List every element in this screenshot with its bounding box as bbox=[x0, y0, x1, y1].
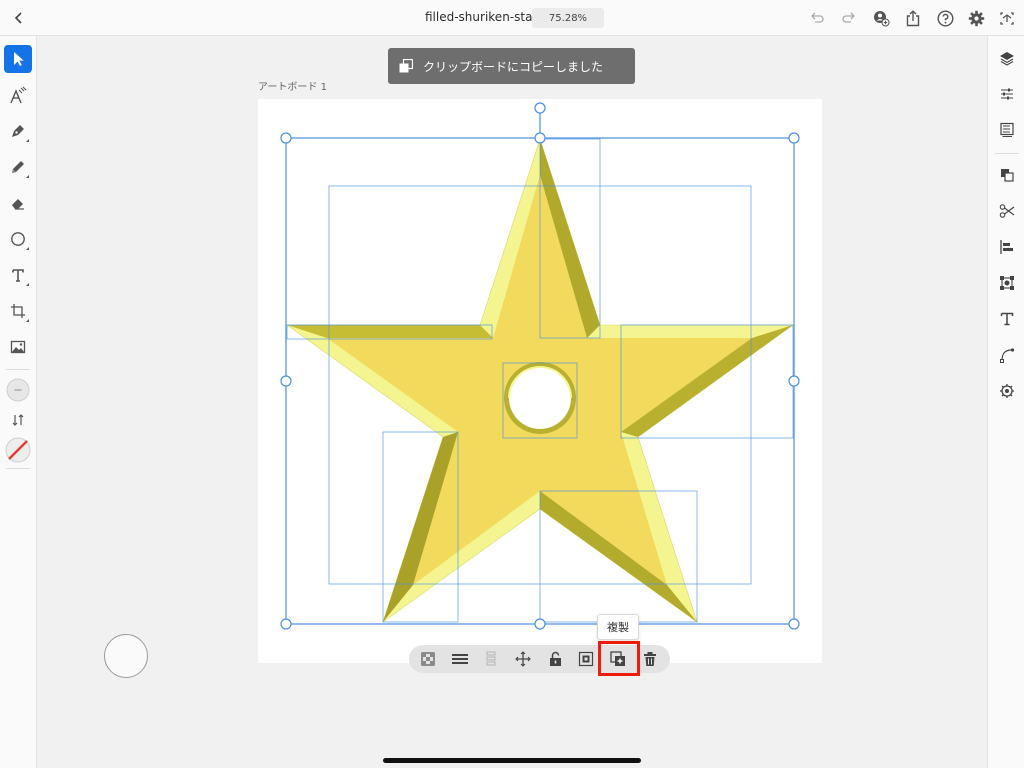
resize-handle-bottom-left[interactable] bbox=[280, 618, 292, 630]
pattern-button[interactable] bbox=[480, 649, 502, 669]
home-indicator[interactable] bbox=[383, 758, 641, 763]
group-icon bbox=[578, 651, 594, 667]
move-icon bbox=[515, 651, 531, 667]
resize-handle-top-right[interactable] bbox=[788, 132, 800, 144]
resize-handle-bottom-right[interactable] bbox=[788, 618, 800, 630]
rotate-handle[interactable] bbox=[534, 102, 546, 114]
stroke-button[interactable] bbox=[449, 649, 471, 669]
stack-icon bbox=[486, 651, 496, 666]
copy-icon bbox=[399, 59, 413, 73]
resize-handle-right[interactable] bbox=[788, 375, 800, 387]
toast-message: クリップボードにコピーしました bbox=[423, 59, 604, 74]
lines-icon bbox=[452, 654, 468, 664]
move-button[interactable] bbox=[512, 649, 534, 669]
resize-handle-top[interactable] bbox=[534, 132, 546, 144]
delete-button[interactable] bbox=[639, 649, 661, 669]
resize-handle-left[interactable] bbox=[280, 375, 292, 387]
fill-button[interactable] bbox=[417, 649, 439, 669]
duplicate-tooltip: 複製 bbox=[597, 614, 639, 640]
duplicate-highlight bbox=[598, 641, 640, 676]
copy-toast: クリップボードにコピーしました bbox=[388, 48, 635, 84]
trash-icon bbox=[644, 652, 656, 666]
lock-icon bbox=[549, 651, 561, 666]
group-button[interactable] bbox=[575, 649, 597, 669]
resize-handle-bottom[interactable] bbox=[534, 618, 546, 630]
lock-button[interactable] bbox=[544, 649, 566, 669]
resize-handle-top-left[interactable] bbox=[280, 132, 292, 144]
touch-shortcut[interactable] bbox=[104, 634, 148, 678]
checker-icon bbox=[421, 652, 435, 666]
